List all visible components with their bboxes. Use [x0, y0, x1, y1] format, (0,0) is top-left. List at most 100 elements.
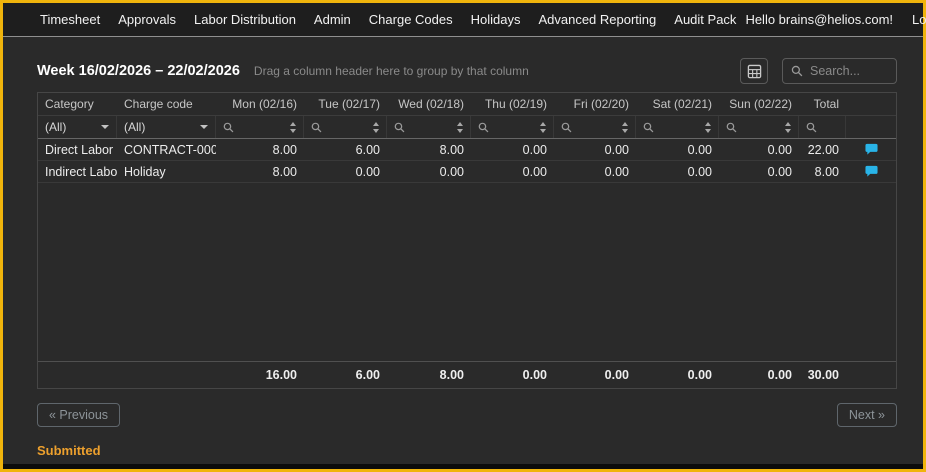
- sun-hours-cell: 0.00: [719, 139, 799, 160]
- wed-filter-input[interactable]: [387, 116, 471, 138]
- sat-filter-input[interactable]: [636, 116, 719, 138]
- nav-item-timesheet[interactable]: Timesheet: [40, 12, 109, 27]
- totals-charge-code-spacer: [117, 362, 216, 388]
- column-header-fri[interactable]: Fri (02/20): [554, 93, 636, 115]
- total-filter-input[interactable]: [799, 116, 846, 138]
- comment-bubble-icon: [865, 143, 878, 156]
- comment-bubble-icon: [865, 165, 878, 178]
- magnifier-icon[interactable]: [311, 122, 322, 133]
- nav-item-audit-pack[interactable]: Audit Pack: [665, 12, 745, 27]
- nav-item-charge-codes[interactable]: Charge Codes: [360, 12, 462, 27]
- fri-total: 0.00: [554, 362, 636, 388]
- category-cell: Indirect Labor: [38, 161, 117, 182]
- export-table-icon: [747, 64, 762, 79]
- nav-menu: Timesheet Approvals Labor Distribution A…: [40, 12, 745, 27]
- week-pager: « Previous Next »: [37, 403, 897, 427]
- charge-code-filter-value: (All): [124, 120, 145, 134]
- grid-empty-area: [38, 183, 896, 361]
- nav-item-holidays[interactable]: Holidays: [462, 12, 530, 27]
- number-spinner[interactable]: [290, 122, 296, 133]
- mon-hours-cell: 8.00: [216, 139, 304, 160]
- toolbar: Week 16/02/2026 – 22/02/2026 Drag a colu…: [37, 57, 897, 85]
- magnifier-icon[interactable]: [726, 122, 737, 133]
- category-filter-value: (All): [45, 120, 66, 134]
- fri-hours-cell: 0.00: [554, 139, 636, 160]
- column-header-charge-code[interactable]: Charge code: [117, 93, 216, 115]
- category-cell: Direct Labor: [38, 139, 117, 160]
- grand-total: 30.00: [799, 362, 846, 388]
- grid-totals-row: 16.00 6.00 8.00 0.00 0.00 0.00 0.00 30.0…: [38, 361, 896, 388]
- charge-code-filter-select[interactable]: (All): [117, 116, 216, 138]
- magnifier-icon[interactable]: [806, 122, 817, 133]
- app-window: Timesheet Approvals Labor Distribution A…: [0, 0, 926, 472]
- fri-filter-input[interactable]: [554, 116, 636, 138]
- category-filter-select[interactable]: (All): [38, 116, 117, 138]
- comments-cell: [846, 161, 896, 182]
- sun-filter-input[interactable]: [719, 116, 799, 138]
- comment-button[interactable]: [865, 165, 878, 178]
- column-header-comments-spacer: [846, 93, 896, 115]
- tue-total: 6.00: [304, 362, 387, 388]
- table-row: Direct Labor CONTRACT-0001 8.00 6.00 8.0…: [38, 139, 896, 161]
- number-spinner[interactable]: [785, 122, 791, 133]
- next-week-button[interactable]: Next »: [837, 403, 897, 427]
- magnifier-icon[interactable]: [478, 122, 489, 133]
- row-total-cell: 8.00: [799, 161, 846, 182]
- chevron-down-icon: [200, 125, 208, 129]
- grid-filter-row: (All) (All): [38, 116, 896, 139]
- timesheet-grid: Category Charge code Mon (02/16) Tue (02…: [37, 92, 897, 389]
- chevron-down-icon: [101, 125, 109, 129]
- thu-hours-cell: 0.00: [471, 139, 554, 160]
- previous-week-button[interactable]: « Previous: [37, 403, 120, 427]
- nav-item-labor-distribution[interactable]: Labor Distribution: [185, 12, 305, 27]
- column-header-wed[interactable]: Wed (02/18): [387, 93, 471, 115]
- week-title: Week 16/02/2026 – 22/02/2026: [37, 63, 240, 79]
- nav-item-approvals[interactable]: Approvals: [109, 12, 185, 27]
- magnifier-icon[interactable]: [223, 122, 234, 133]
- sat-hours-cell: 0.00: [636, 139, 719, 160]
- thu-filter-input[interactable]: [471, 116, 554, 138]
- sat-total: 0.00: [636, 362, 719, 388]
- status-badge: Submitted: [37, 443, 897, 458]
- nav-item-advanced-reporting[interactable]: Advanced Reporting: [529, 12, 665, 27]
- magnifier-icon[interactable]: [394, 122, 405, 133]
- magnifier-icon[interactable]: [561, 122, 572, 133]
- column-header-tue[interactable]: Tue (02/17): [304, 93, 387, 115]
- wed-hours-cell: 0.00: [387, 161, 471, 182]
- nav-right: Hello brains@helios.com! Logout: [745, 12, 926, 27]
- tue-hours-cell: 6.00: [304, 139, 387, 160]
- column-header-total[interactable]: Total: [799, 93, 846, 115]
- thu-total: 0.00: [471, 362, 554, 388]
- number-spinner[interactable]: [705, 122, 711, 133]
- number-spinner[interactable]: [457, 122, 463, 133]
- search-input[interactable]: [810, 64, 880, 78]
- main-content: Week 16/02/2026 – 22/02/2026 Drag a colu…: [3, 37, 923, 464]
- export-button[interactable]: [740, 58, 768, 84]
- totals-comments-spacer: [846, 362, 896, 388]
- column-header-mon[interactable]: Mon (02/16): [216, 93, 304, 115]
- column-header-sun[interactable]: Sun (02/22): [719, 93, 799, 115]
- logout-link[interactable]: Logout: [903, 12, 926, 27]
- bottom-bar: [3, 464, 923, 469]
- mon-total: 16.00: [216, 362, 304, 388]
- wed-hours-cell: 8.00: [387, 139, 471, 160]
- comment-button[interactable]: [865, 143, 878, 156]
- mon-filter-input[interactable]: [216, 116, 304, 138]
- column-header-category[interactable]: Category: [38, 93, 117, 115]
- grid-search: [782, 58, 897, 84]
- totals-category-spacer: [38, 362, 117, 388]
- comments-cell: [846, 139, 896, 160]
- magnifier-icon[interactable]: [643, 122, 654, 133]
- charge-code-cell: CONTRACT-0001: [117, 139, 216, 160]
- column-header-thu[interactable]: Thu (02/19): [471, 93, 554, 115]
- number-spinner[interactable]: [373, 122, 379, 133]
- comments-filter-spacer: [846, 116, 896, 138]
- nav-item-admin[interactable]: Admin: [305, 12, 360, 27]
- tue-filter-input[interactable]: [304, 116, 387, 138]
- column-header-sat[interactable]: Sat (02/21): [636, 93, 719, 115]
- number-spinner[interactable]: [540, 122, 546, 133]
- number-spinner[interactable]: [622, 122, 628, 133]
- grid-header-row: Category Charge code Mon (02/16) Tue (02…: [38, 93, 896, 116]
- group-panel-hint: Drag a column header here to group by th…: [254, 64, 529, 78]
- wed-total: 8.00: [387, 362, 471, 388]
